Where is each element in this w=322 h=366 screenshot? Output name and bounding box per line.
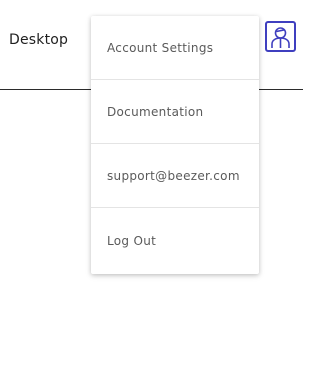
page-title: Desktop xyxy=(9,32,69,48)
account-menu-button[interactable] xyxy=(265,21,296,52)
menu-item-documentation[interactable]: Documentation xyxy=(91,80,259,144)
user-avatar-icon xyxy=(271,27,290,48)
menu-item-support-email[interactable]: support@beezer.com xyxy=(91,144,259,208)
account-dropdown-menu: Account Settings Documentation support@b… xyxy=(91,16,259,274)
menu-item-log-out[interactable]: Log Out xyxy=(91,208,259,274)
menu-item-account-settings[interactable]: Account Settings xyxy=(91,16,259,80)
